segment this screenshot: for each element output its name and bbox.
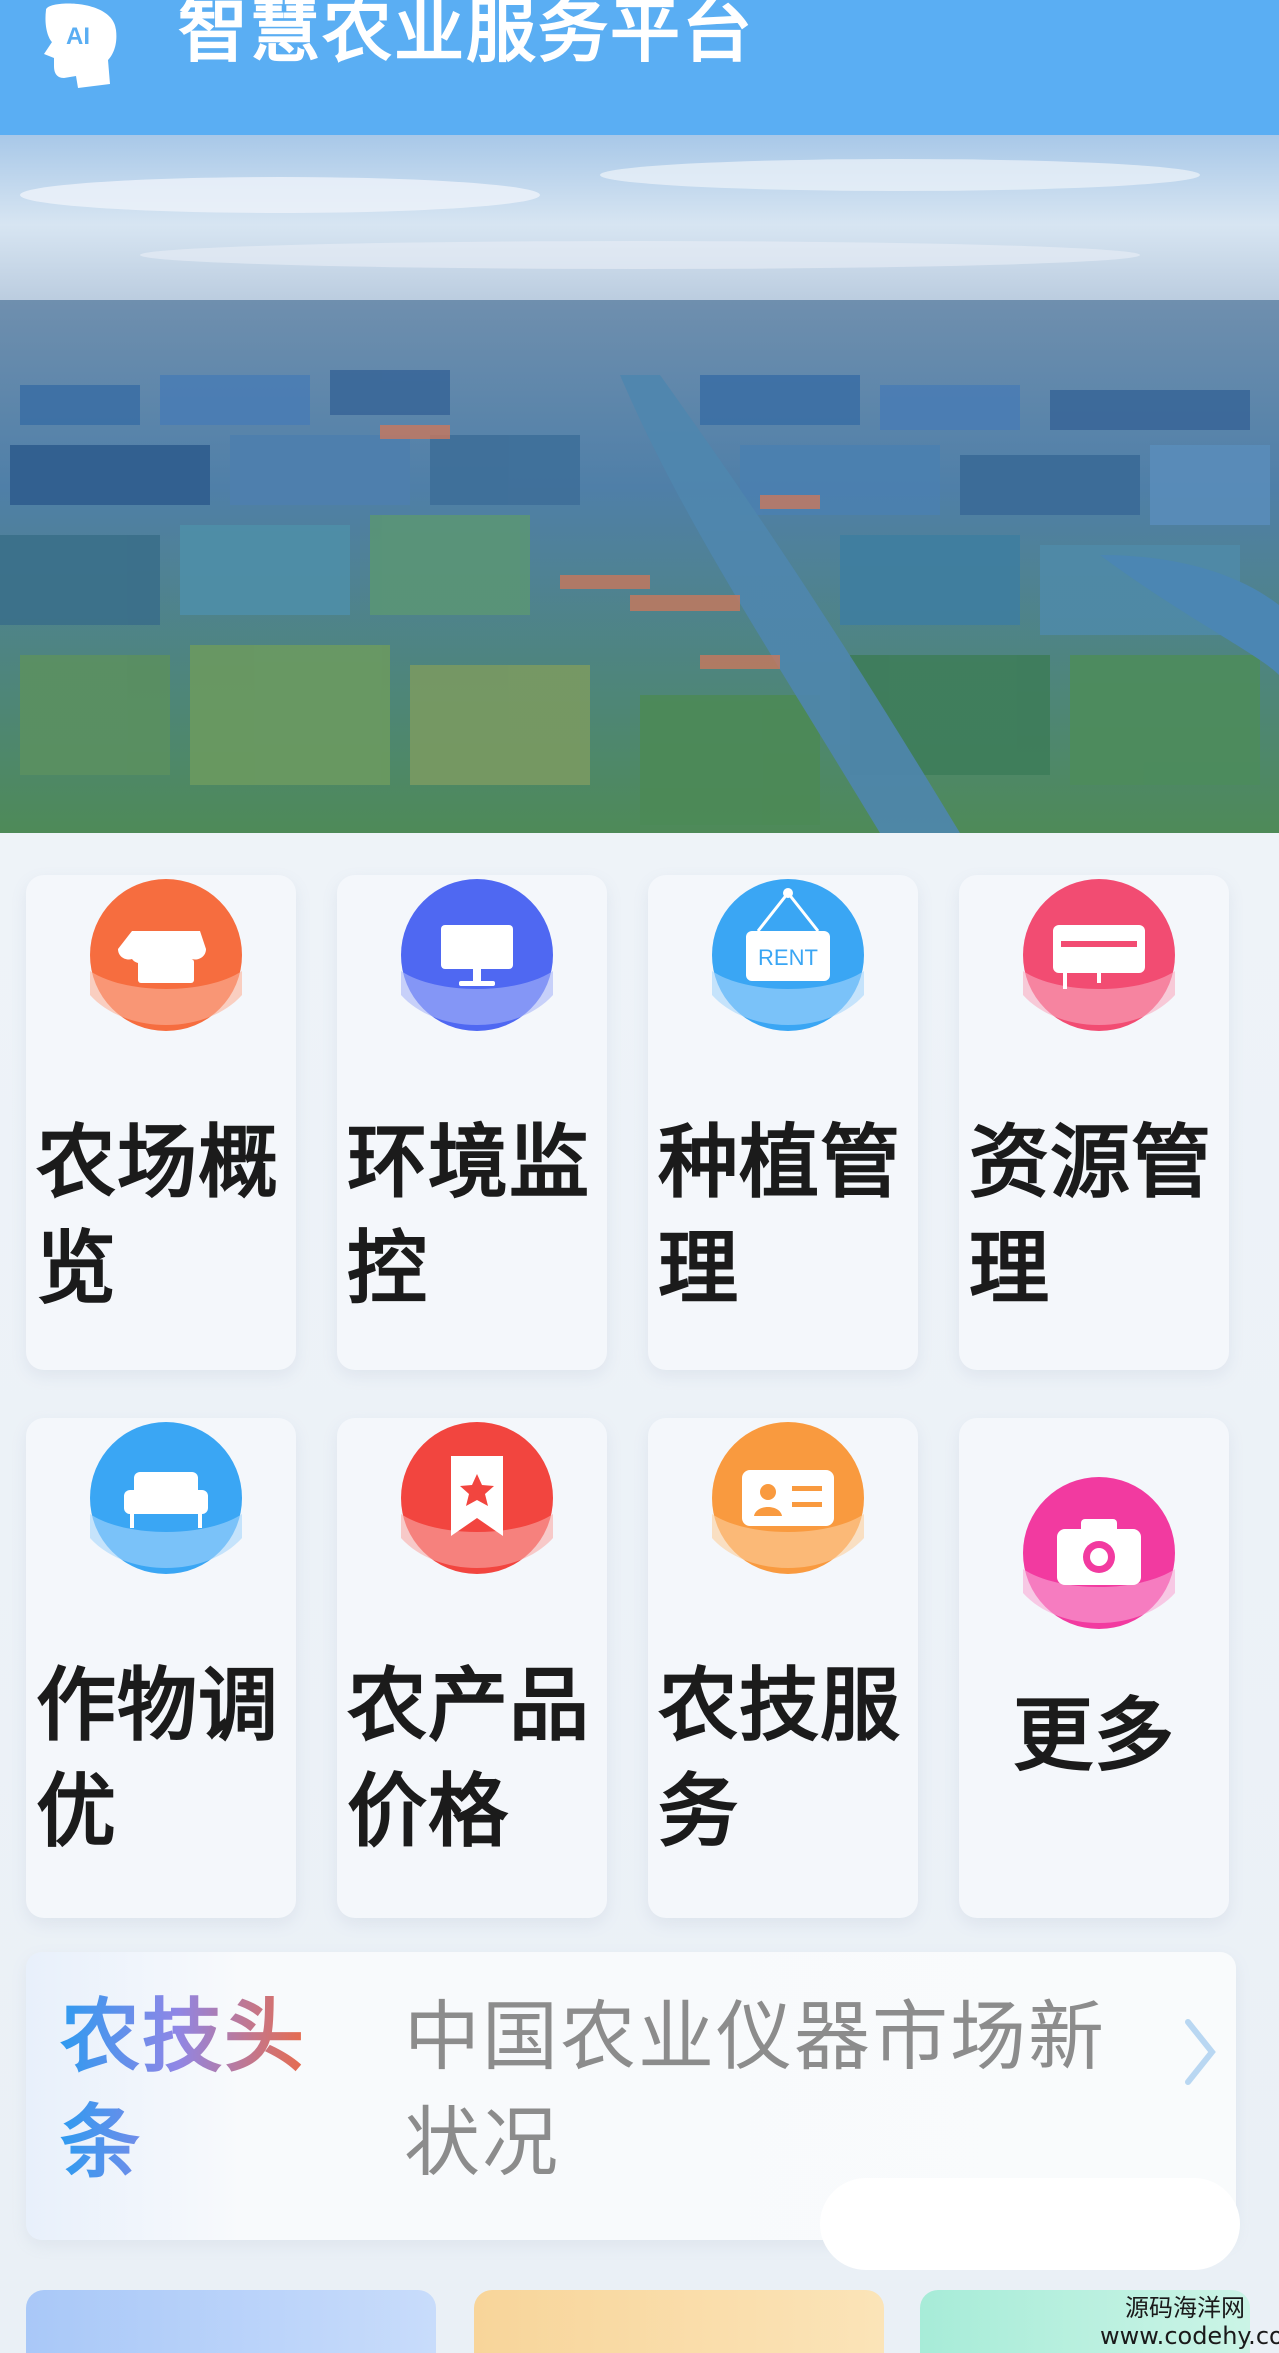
menu-tile-planting-management[interactable]: RENT 种植管理 — [648, 875, 918, 1370]
menu-label: 更多 — [1013, 1689, 1175, 1782]
app-root: AI 智慧农业服务平台 农场概览 环境监控 RENT 种植管理 资源管理 作物调… — [0, 0, 1279, 2353]
menu-label: 农技服务 — [658, 1659, 901, 1858]
app-title: 智慧农业服务平台 — [178, 0, 754, 72]
watermark-line1: 源码海洋网 — [1125, 2294, 1245, 2322]
chevron-right-icon[interactable] — [1178, 2012, 1222, 2092]
monitor-icon — [401, 879, 553, 1031]
bottom-card-middle[interactable] — [474, 2290, 884, 2353]
bookmark-star-icon — [401, 1422, 553, 1574]
menu-tile-crop-optimization[interactable]: 作物调优 — [26, 1418, 296, 1918]
menu-label: 资源管理 — [969, 1116, 1212, 1315]
farmland-image — [0, 135, 1279, 833]
store-icon — [90, 879, 242, 1031]
sofa-icon — [90, 1422, 242, 1574]
menu-label: 环境监控 — [347, 1116, 590, 1315]
menu-tile-produce-prices[interactable]: 农产品价格 — [337, 1418, 607, 1918]
menu-tile-farm-overview[interactable]: 农场概览 — [26, 875, 296, 1370]
watermark-line2: www.codehy.com — [1100, 2322, 1279, 2350]
menu-label: 作物调优 — [36, 1659, 279, 1858]
overlay-blob — [820, 2178, 1240, 2270]
menu-tile-resource-management[interactable]: 资源管理 — [959, 875, 1229, 1370]
rent-sign-text: RENT — [758, 945, 818, 970]
top-header: AI 智慧农业服务平台 — [0, 0, 1279, 135]
air-conditioner-icon — [1023, 879, 1175, 1031]
id-card-icon — [712, 1422, 864, 1574]
menu-tile-more[interactable]: 更多 — [959, 1418, 1229, 1918]
menu-label: 农产品价格 — [347, 1659, 590, 1858]
ai-head-logo-icon: AI — [44, 3, 117, 88]
logo-text: AI — [66, 23, 90, 50]
bottom-card-left[interactable] — [26, 2290, 436, 2353]
watermark: 源码海洋网 www.codehy.com — [1100, 2294, 1279, 2350]
rent-sign-icon: RENT — [712, 879, 864, 1031]
menu-label: 农场概览 — [36, 1116, 279, 1315]
menu-label: 种植管理 — [658, 1116, 901, 1315]
menu-tile-environment-monitoring[interactable]: 环境监控 — [337, 875, 607, 1370]
news-headline[interactable]: 中国农业仪器市场新状况 — [404, 1984, 1124, 2196]
camera-icon — [1023, 1477, 1175, 1629]
news-tag: 农技头条 — [60, 1984, 320, 2196]
menu-tile-agri-tech-service[interactable]: 农技服务 — [648, 1418, 918, 1918]
banner-image[interactable] — [0, 135, 1279, 833]
